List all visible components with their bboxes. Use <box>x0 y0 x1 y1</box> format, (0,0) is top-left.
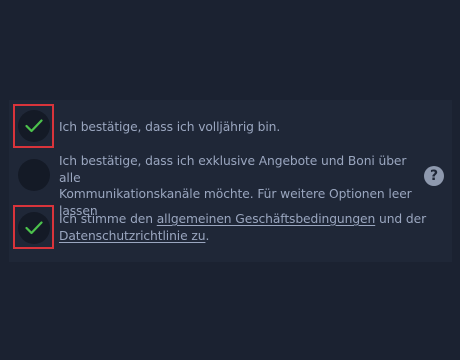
terms-line-2: Datenschutzrichtlinie zu. <box>59 228 429 245</box>
question-circle-icon[interactable]: ? <box>424 166 444 186</box>
terms-acceptance-label: Ich stimme den allgemeinen Geschäftsbedi… <box>59 211 429 244</box>
marketing-consent-line-2: Kommunikationskanäle möchte. Für weitere… <box>59 187 412 201</box>
marketing-consent-line-1: Ich bestätige, dass ich exklusive Angebo… <box>59 154 407 185</box>
age-confirmation-checkbox[interactable] <box>18 110 50 142</box>
terms-line-1: Ich stimme den allgemeinen Geschäftsbedi… <box>59 211 429 228</box>
terms-text-after: . <box>205 228 210 243</box>
checkmark-icon <box>25 119 43 133</box>
terms-acceptance-checkbox[interactable] <box>18 212 50 244</box>
age-confirmation-label: Ich bestätige, dass ich volljährig bin. <box>59 120 281 134</box>
marketing-consent-label: Ich bestätige, dass ich exklusive Angebo… <box>59 153 419 219</box>
terms-and-conditions-link[interactable]: allgemeinen Geschäftsbedingungen <box>157 212 376 226</box>
consent-panel: Ich bestätige, dass ich volljährig bin. … <box>9 100 452 262</box>
privacy-policy-link[interactable]: Datenschutzrichtlinie zu <box>59 229 206 243</box>
terms-text-before: Ich stimme den <box>59 212 157 226</box>
checkmark-icon <box>25 221 43 235</box>
marketing-consent-checkbox[interactable] <box>18 159 50 191</box>
terms-text-middle: und der <box>375 212 427 226</box>
